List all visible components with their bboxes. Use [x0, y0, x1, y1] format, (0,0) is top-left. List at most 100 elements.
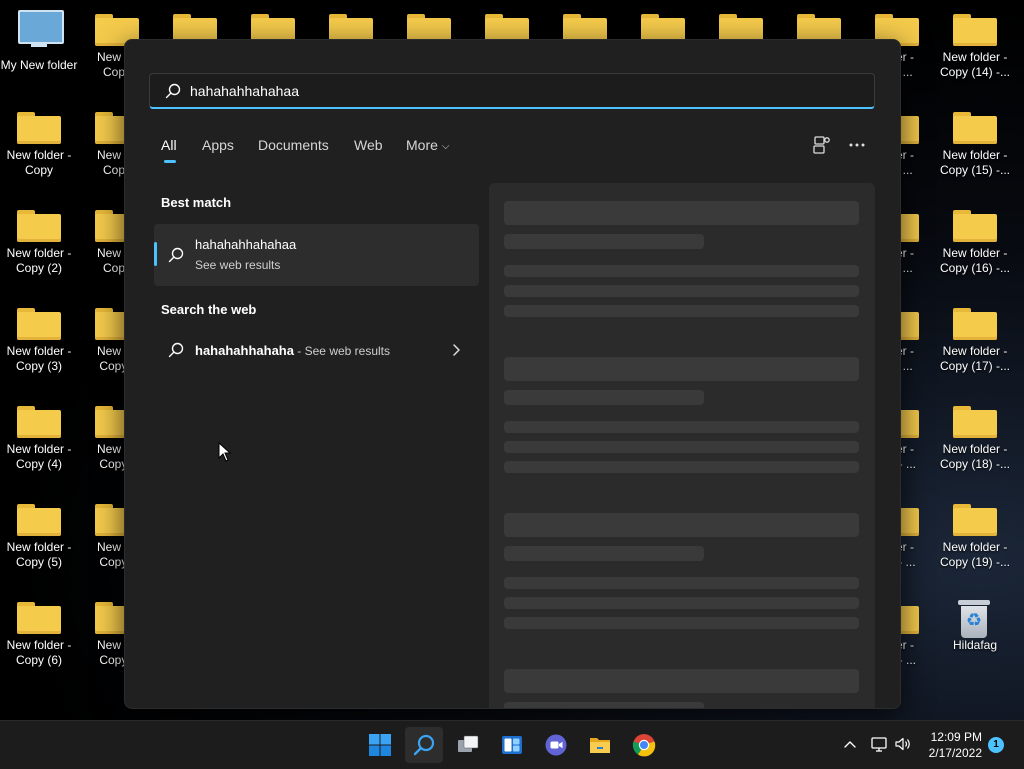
file-explorer-button[interactable] — [581, 727, 619, 763]
web-result-row[interactable]: hahahahhahaha - See web results — [154, 332, 479, 368]
tab-more[interactable]: More ⌵ — [406, 137, 450, 153]
skeleton-line — [504, 390, 704, 405]
desktop-folder[interactable]: New folder - Copy (15) -... — [936, 98, 1014, 194]
desktop-folder[interactable]: New folder - Copy (19) -... — [936, 490, 1014, 586]
skeleton-line — [504, 421, 859, 433]
desktop-icon-label: New folder - Copy (4) — [6, 442, 72, 471]
task-view-icon — [458, 735, 479, 752]
folder-icon — [953, 308, 997, 340]
folder-icon — [17, 308, 61, 340]
folder-icon — [17, 602, 61, 634]
best-match-subtitle: See web results — [195, 258, 281, 272]
folder-icon — [953, 406, 997, 438]
start-button[interactable] — [361, 727, 399, 763]
more-options-icon[interactable] — [845, 133, 869, 157]
desktop-folder[interactable]: New folder - Copy (16) -... — [936, 196, 1014, 292]
clock[interactable]: 12:09 PM 2/17/2022 — [920, 729, 982, 761]
folder-icon — [953, 504, 997, 536]
best-match-heading: Best match — [161, 195, 232, 210]
search-taskbar-button[interactable] — [405, 727, 443, 763]
tab-active-indicator — [164, 160, 176, 163]
desktop-icon-label: New folder - Copy (6) — [6, 638, 72, 667]
desktop-folder[interactable]: New folder - Copy (3) — [0, 294, 78, 390]
desktop-icon-label: New folder - Copy (17) -... — [939, 344, 1011, 373]
skeleton-line — [504, 305, 859, 317]
search-activity-icon[interactable] — [809, 133, 833, 157]
file-explorer-icon — [590, 738, 610, 753]
teams-chat-button[interactable] — [537, 727, 575, 763]
desktop-folder[interactable]: New folder - Copy — [0, 98, 78, 194]
tab-more-label: More — [406, 137, 438, 153]
skeleton-line — [504, 577, 859, 589]
skeleton-line — [504, 234, 704, 249]
desktop-folder[interactable]: New folder - Copy (14) -... — [936, 0, 1014, 96]
skeleton-line — [504, 597, 859, 609]
desktop-icon-this-pc[interactable]: My New folder — [0, 0, 78, 96]
skeleton-line — [504, 461, 859, 473]
skeleton-line — [504, 285, 859, 297]
desktop-folder[interactable]: New folder - Copy (5) — [0, 490, 78, 586]
desktop-icon-label: New folder - Copy (15) -... — [939, 148, 1011, 177]
tab-apps[interactable]: Apps — [202, 137, 234, 153]
task-view-button[interactable] — [449, 727, 487, 763]
skeleton-line — [504, 201, 859, 225]
widgets-button[interactable] — [493, 727, 531, 763]
skeleton-line — [504, 357, 859, 381]
notification-badge[interactable]: 1 — [988, 737, 1004, 753]
web-result-suffix: - See web results — [293, 344, 391, 358]
desktop-folder[interactable]: New folder - Copy (18) -... — [936, 392, 1014, 488]
desktop-icon-recycle-bin[interactable]: ♻ Hildafag — [936, 588, 1014, 684]
search-icon — [165, 83, 181, 99]
best-match-title: hahahahhahahaa — [195, 237, 297, 252]
tab-web[interactable]: Web — [354, 137, 383, 153]
desktop-icon-label: Hildafag — [952, 638, 998, 652]
desktop-icon-label: New folder - Copy — [6, 148, 72, 177]
desktop-icon-label: My New folder — [0, 58, 78, 72]
skeleton-line — [504, 441, 859, 453]
desktop-folder[interactable]: New folder - Copy (2) — [0, 196, 78, 292]
widgets-icon — [502, 736, 522, 754]
mouse-pointer-icon — [218, 442, 232, 462]
best-match-result[interactable]: hahahahhahahaa See web results — [154, 224, 479, 286]
search-input[interactable] — [190, 74, 850, 108]
folder-icon — [953, 14, 997, 46]
desktop-folder[interactable]: New folder - Copy (6) — [0, 588, 78, 684]
chrome-button[interactable] — [625, 727, 663, 763]
network-icon[interactable] — [870, 735, 888, 753]
clock-time: 12:09 PM — [930, 730, 982, 744]
desktop-folder[interactable]: New folder - Copy (17) -... — [936, 294, 1014, 390]
search-web-heading: Search the web — [161, 302, 257, 317]
chevron-down-icon: ⌵ — [441, 141, 450, 152]
windows-start-icon — [369, 734, 391, 756]
taskbar: 12:09 PM 2/17/2022 1 — [0, 720, 1024, 769]
chevron-right-icon[interactable] — [450, 341, 464, 359]
search-panel: All Apps Documents Web More⌵ Best match … — [124, 39, 901, 709]
web-result-query: hahahahhahaha — [195, 343, 294, 358]
chrome-icon — [632, 734, 656, 757]
desktop-folder[interactable]: New folder - Copy (4) — [0, 392, 78, 488]
selection-accent — [154, 242, 157, 266]
folder-icon — [953, 210, 997, 242]
skeleton-line — [504, 265, 859, 277]
monitor-icon — [18, 10, 64, 44]
folder-icon — [953, 112, 997, 144]
skeleton-line — [504, 513, 859, 537]
search-icon — [168, 247, 184, 263]
tab-documents[interactable]: Documents — [258, 137, 329, 153]
volume-icon[interactable] — [894, 735, 912, 753]
desktop-icon-label: New folder - Copy (2) — [6, 246, 72, 275]
folder-icon — [17, 406, 61, 438]
recycle-bin-icon: ♻ — [958, 600, 990, 638]
skeleton-line — [504, 669, 859, 693]
tab-all[interactable]: All — [161, 137, 177, 153]
chevron-up-icon[interactable] — [842, 736, 858, 752]
desktop-icon-label: New folder - Copy (14) -... — [939, 50, 1011, 79]
clock-date: 2/17/2022 — [928, 746, 982, 760]
web-result-text: hahahahhahaha - See web results — [195, 342, 390, 360]
teams-chat-icon — [545, 734, 567, 756]
search-box[interactable] — [149, 73, 875, 109]
search-icon — [413, 734, 435, 756]
skeleton-line — [504, 702, 704, 708]
desktop-icon-label: New folder - Copy (18) -... — [939, 442, 1011, 471]
folder-icon — [17, 210, 61, 242]
